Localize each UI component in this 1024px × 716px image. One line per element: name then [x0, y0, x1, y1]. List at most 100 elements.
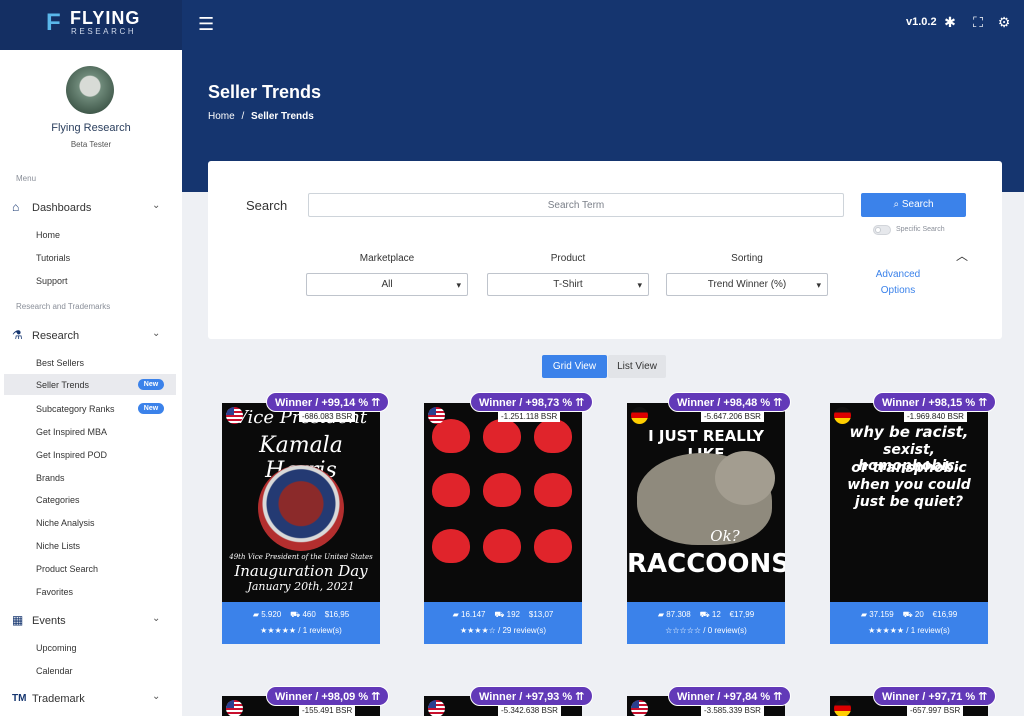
heart-graphic: [432, 529, 470, 563]
flag-de-icon: [631, 407, 648, 424]
sorting-value: Trend Winner (%): [707, 279, 787, 290]
heart-graphic: [534, 529, 572, 563]
stat-value: 37.159: [869, 610, 894, 619]
sidebar-item-home[interactable]: Home: [0, 226, 182, 246]
search-icon: ⌕: [893, 199, 902, 210]
search-input[interactable]: [308, 193, 844, 217]
home-icon: ⌂: [12, 200, 20, 214]
marketplace-value: All: [381, 279, 393, 290]
heart-graphic: [483, 529, 521, 563]
sidebar-item-best-sellers[interactable]: Best Sellers: [0, 354, 182, 374]
sidebar-item-tutorials[interactable]: Tutorials: [0, 249, 182, 269]
version-label: v1.0.2: [906, 16, 937, 28]
breadcrumb-home[interactable]: Home: [208, 111, 235, 122]
flag-de-icon: [834, 700, 851, 716]
stat-value: 5.920: [261, 610, 282, 619]
double-up-icon: ⇈: [978, 397, 988, 409]
advanced-options-link[interactable]: Advanced Options: [874, 267, 922, 299]
sidebar-item-upcoming[interactable]: Upcoming: [0, 639, 182, 659]
sidebar-item-research[interactable]: ⚗ Research ⌄: [0, 324, 182, 348]
sidebar-item-support[interactable]: Support: [0, 272, 182, 292]
trend-icon: ▰: [657, 610, 667, 619]
brand-subname: RESEARCH: [71, 27, 137, 36]
sidebar-item-label: Events: [32, 615, 66, 627]
search-button[interactable]: ⌕ Search: [861, 193, 966, 217]
product-card[interactable]: Vice President Kamala Harris 49th Vice P…: [222, 403, 380, 644]
bsr-label: -1.251.118 BSR: [498, 412, 561, 422]
winner-badge: Winner / +99,14 % ⇈: [266, 392, 390, 412]
winner-label: Winner / +98,15 %: [882, 397, 976, 409]
flag-us-icon: [226, 700, 243, 716]
list-view-button[interactable]: List View: [608, 355, 666, 378]
logo-area[interactable]: F FLYING RESEARCH: [0, 0, 182, 50]
product-art-text: January 20th, 2021: [247, 580, 355, 593]
stat-value: 16.147: [461, 610, 486, 619]
user-role: Beta Tester: [70, 140, 112, 149]
sidebar-item-brands[interactable]: Brands: [0, 469, 182, 489]
bsr-label: -686.083 BSR: [299, 412, 356, 422]
double-up-icon: ⇈: [575, 397, 585, 409]
marketplace-select[interactable]: All ▾: [306, 273, 468, 296]
sidebar-item-calendar[interactable]: Calendar: [0, 662, 182, 682]
sidebar-item-product-search[interactable]: Product Search: [0, 560, 182, 580]
sidebar-item-label: Categories: [36, 495, 80, 505]
product-image[interactable]: Vice President Kamala Harris 49th Vice P…: [222, 403, 380, 602]
stats-row: ▰ 37.159 ⛟ 20 €16,99: [830, 610, 988, 620]
product-image[interactable]: I JUST REALLY LIKE Ok? RACCOONS: [627, 403, 785, 602]
product-card[interactable]: ▰ 16.147 ⛟ 192 $13,07 ★★★★☆ / 29 review(…: [424, 403, 582, 644]
winner-badge: Winner / +98,48 % ⇈: [668, 392, 792, 412]
sidebar-item-subcategory-ranks[interactable]: Subcategory Ranks New: [0, 400, 182, 420]
price-value: $16,95: [324, 610, 350, 619]
product-art-text: why be racist,: [849, 423, 969, 441]
gear-icon[interactable]: ⚙: [996, 12, 1012, 32]
winner-badge: Winner / +98,73 % ⇈: [470, 392, 594, 412]
sidebar-item-label: Product Search: [36, 564, 99, 574]
user-name: Flying Research: [51, 122, 131, 134]
avatar[interactable]: [66, 66, 114, 114]
hamburger-menu-icon[interactable]: ☰: [198, 13, 216, 35]
product-card[interactable]: I JUST REALLY LIKE Ok? RACCOONS ▰ 87.308…: [627, 403, 785, 644]
product-image[interactable]: [424, 403, 582, 602]
bug-icon[interactable]: ✱: [942, 12, 958, 32]
price-value: €16,99: [932, 610, 958, 619]
winner-badge: Winner / +97,71 % ⇈: [873, 686, 997, 706]
sidebar-item-get-inspired-pod[interactable]: Get Inspired POD: [0, 446, 182, 466]
heart-graphic: [483, 473, 521, 507]
product-art-text: just be quiet?: [854, 494, 964, 510]
price-value: €17,99: [729, 610, 755, 619]
cart-icon: ⛟: [290, 610, 303, 619]
sidebar-item-favorites[interactable]: Favorites: [0, 583, 182, 603]
brand-name: FLYING: [70, 8, 141, 28]
bsr-label: -3.585.339 BSR: [701, 706, 764, 716]
winner-label: Winner / +97,93 %: [479, 691, 573, 703]
sidebar-item-get-inspired-mba[interactable]: Get Inspired MBA: [0, 423, 182, 443]
grid-view-button[interactable]: Grid View: [542, 355, 607, 378]
winner-badge: Winner / +97,84 % ⇈: [668, 686, 792, 706]
chevron-down-icon: ⌄: [152, 613, 161, 624]
product-select[interactable]: T-Shirt ▾: [487, 273, 649, 296]
sidebar-item-niche-lists[interactable]: Niche Lists: [0, 537, 182, 557]
sidebar-item-events[interactable]: ▦ Events ⌄: [0, 609, 182, 633]
product-image[interactable]: why be racist, sexist, homophobic, or tr…: [830, 403, 988, 602]
sidebar-item-seller-trends[interactable]: Seller Trends New: [0, 374, 182, 395]
search-label: Search: [246, 198, 288, 213]
product-stats: ▰ 16.147 ⛟ 192 $13,07 ★★★★☆ / 29 review(…: [424, 602, 582, 644]
specific-search-toggle[interactable]: [873, 225, 891, 235]
double-up-icon: ⇈: [978, 691, 988, 703]
stats-row: ▰ 16.147 ⛟ 192 $13,07: [424, 610, 582, 620]
heart-graphic: [432, 419, 470, 453]
winner-badge: Winner / +98,09 % ⇈: [266, 686, 390, 706]
chevron-up-icon[interactable]: ︿: [956, 247, 968, 264]
sidebar-item-trademark[interactable]: TM Trademark ⌄: [0, 687, 182, 711]
product-card[interactable]: why be racist, sexist, homophobic, or tr…: [830, 403, 988, 644]
sidebar-item-categories[interactable]: Categories: [0, 491, 182, 511]
double-up-icon: ⇈: [773, 691, 783, 703]
sidebar-item-niche-analysis[interactable]: Niche Analysis: [0, 514, 182, 534]
sorting-select[interactable]: Trend Winner (%) ▾: [666, 273, 828, 296]
page-title: Seller Trends: [208, 82, 322, 102]
flag-us-icon: [226, 407, 243, 424]
sidebar-item-dashboards[interactable]: ⌂ Dashboards ⌄: [0, 196, 182, 220]
star-rating: ★★★★☆: [459, 626, 496, 635]
search-card: Search ⌕ Search Specific Search Marketpl…: [208, 161, 1002, 339]
fullscreen-icon[interactable]: ⛶: [970, 12, 986, 32]
